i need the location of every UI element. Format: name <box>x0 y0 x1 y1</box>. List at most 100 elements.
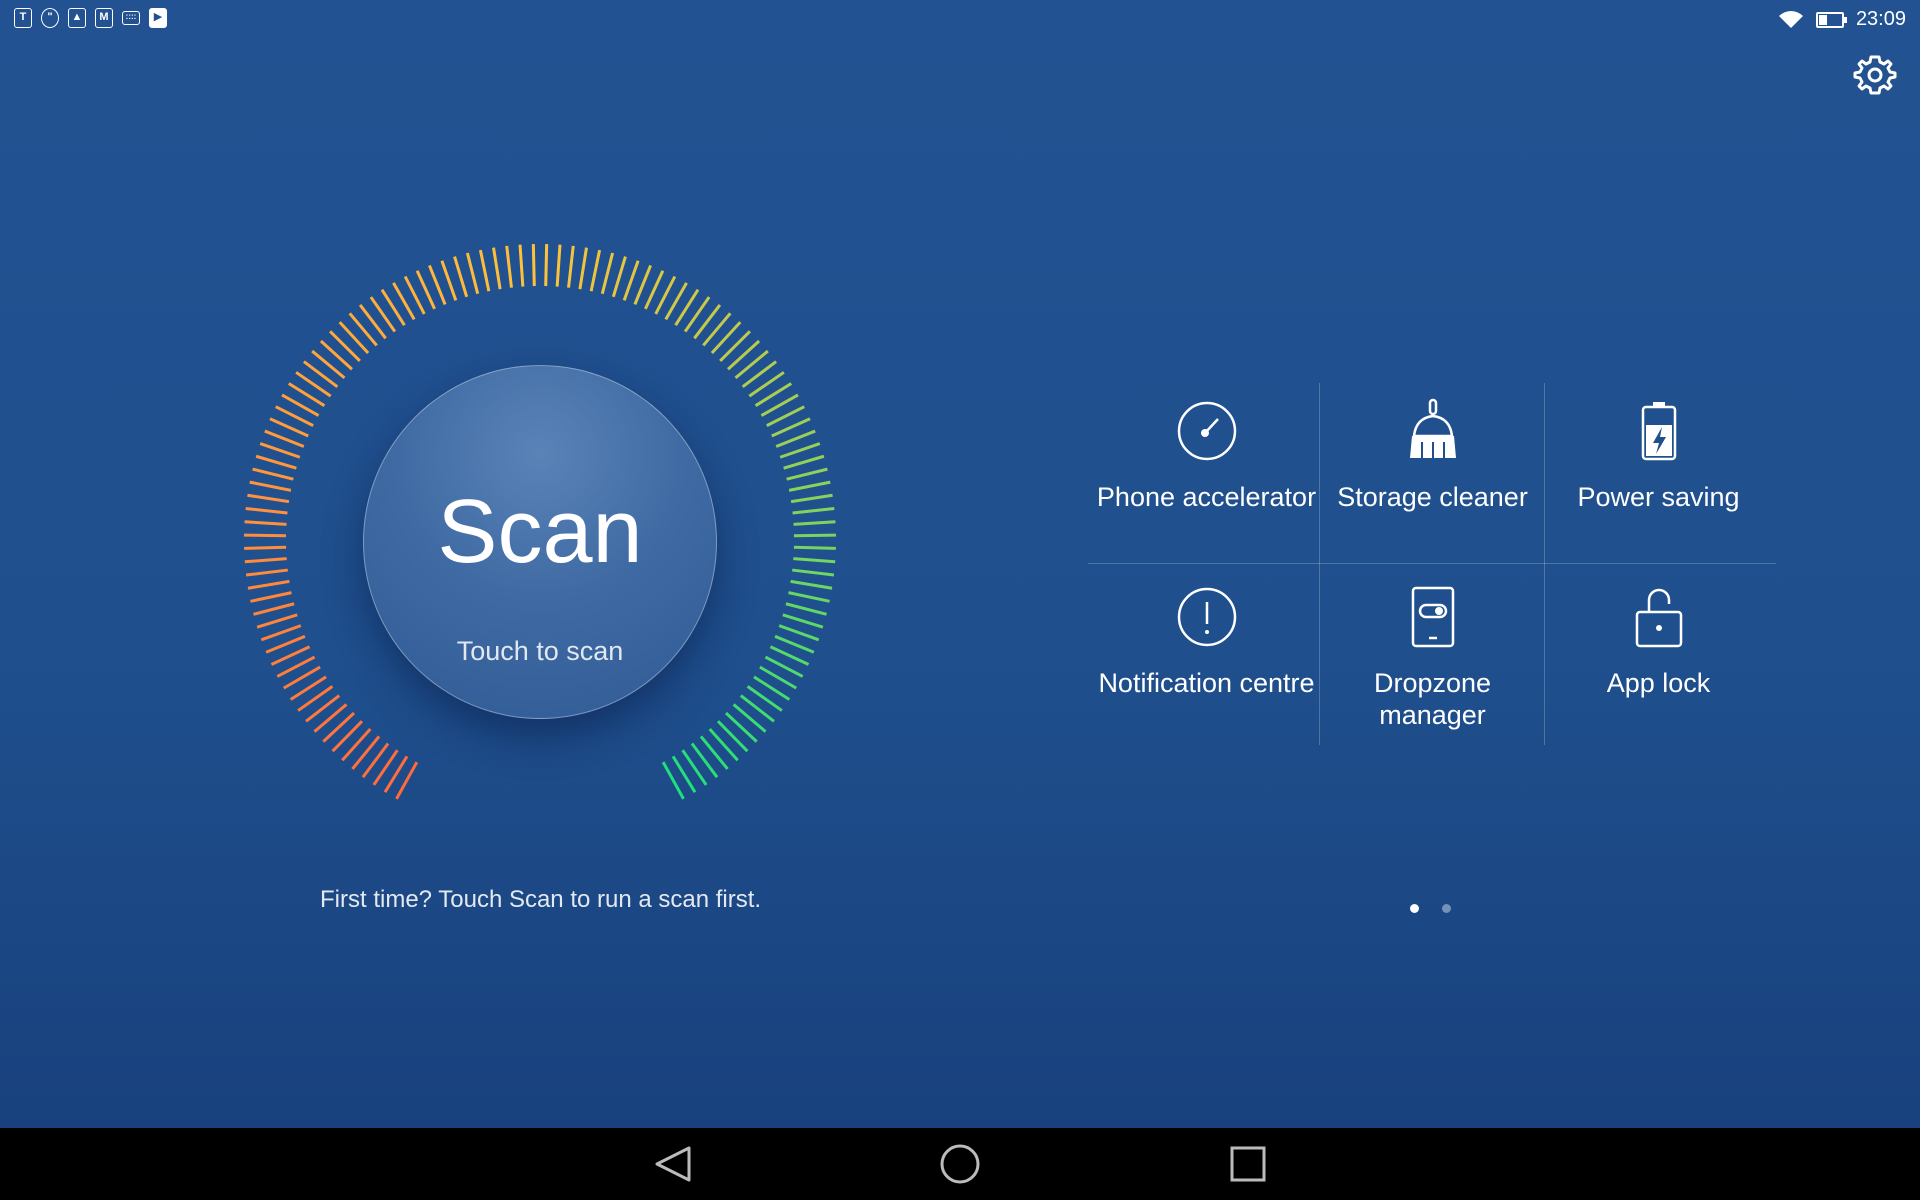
store-icon: ▶ <box>149 8 167 28</box>
gauge-tick <box>252 467 294 481</box>
grid-divider <box>1088 563 1776 564</box>
gauge-tick <box>783 454 825 470</box>
gauge-tick <box>311 349 346 380</box>
gauge-tick <box>256 613 298 629</box>
gauge-tick <box>699 735 729 770</box>
gauge-tick <box>492 247 502 290</box>
gauge-tick <box>719 330 751 362</box>
gauge-tick <box>244 557 287 564</box>
gauge-tick <box>779 442 821 459</box>
gauge-tick <box>322 711 356 743</box>
feature-label: Power saving <box>1577 482 1740 512</box>
status-bar: T " ▲ M :::: ▶ 23:09 <box>0 0 1920 40</box>
gauge-tick <box>305 694 341 723</box>
gauge-tick <box>329 330 361 362</box>
recents-icon[interactable] <box>1218 1136 1278 1192</box>
gauge-tick <box>741 360 778 389</box>
feature-grid: Phone accelerator Storage cleaner Power … <box>1088 383 1776 745</box>
gauge-tick <box>428 264 447 305</box>
gauge-tick <box>578 247 588 290</box>
gallery-icon: ▲ <box>68 8 86 28</box>
gauge-tick <box>790 493 833 504</box>
feature-app-lock[interactable]: App lock <box>1546 569 1771 749</box>
gauge-tick <box>465 252 480 295</box>
gauge-tick <box>782 613 824 629</box>
feature-label: Storage cleaner <box>1337 482 1528 512</box>
feature-storage-cleaner[interactable]: Storage cleaner <box>1320 383 1545 563</box>
gauge-tick <box>341 728 372 762</box>
gauge-tick <box>716 720 749 753</box>
gauge-tick <box>250 591 292 603</box>
gauge-tick <box>319 339 353 371</box>
gauge-tick <box>708 728 739 762</box>
gauge-tick <box>788 591 830 603</box>
gauge-tick <box>611 256 627 298</box>
gauge-tick <box>567 245 575 288</box>
gauge-tick <box>531 244 536 287</box>
gauge-tick <box>453 256 469 298</box>
gauge-tick <box>693 304 722 340</box>
gauge-tick <box>788 480 831 492</box>
lock-icon <box>1635 588 1682 648</box>
gauge-tick <box>785 602 827 616</box>
gauge-tick <box>244 545 287 550</box>
gauge-tick <box>739 694 775 723</box>
gauge-tick <box>793 520 836 526</box>
gauge-tick <box>361 742 390 779</box>
gauge-tick <box>505 245 513 288</box>
wifi-icon <box>1778 10 1803 28</box>
hangouts-icon: " <box>41 8 59 28</box>
page-indicator <box>1410 904 1451 913</box>
gauge-tick <box>247 579 290 590</box>
feature-label: Dropzone manager <box>1373 668 1492 730</box>
gauge-tick <box>786 467 828 481</box>
gauge-tick <box>727 339 761 371</box>
navigation-bar <box>0 1128 1920 1200</box>
gauge-tick <box>778 624 820 642</box>
gauge-tick <box>710 321 742 355</box>
battery-icon <box>1815 11 1847 28</box>
status-time: 23:09 <box>1855 8 1906 30</box>
feature-notification-centre[interactable]: Notification centre <box>1094 569 1319 749</box>
gauge-tick <box>244 533 287 538</box>
feature-phone-accelerator[interactable]: Phone accelerator <box>1094 383 1319 563</box>
gauge-tick <box>247 493 290 504</box>
page-dot-active[interactable] <box>1410 904 1419 913</box>
gauge-tick <box>793 545 836 550</box>
gauge-tick <box>518 244 525 287</box>
scan-button[interactable]: Scan Touch to scan <box>363 365 717 719</box>
scan-title: Scan <box>437 482 643 582</box>
page-dot[interactable] <box>1442 904 1451 913</box>
feature-label: App lock <box>1606 668 1711 698</box>
gauge-tick <box>264 429 305 448</box>
gauge-tick <box>440 260 458 301</box>
gauge-tick <box>702 312 732 347</box>
scan-hint: First time? Touch Scan to run a scan fir… <box>320 886 762 913</box>
gauge-tick <box>351 735 381 770</box>
feature-power-saving[interactable]: Power saving <box>1546 383 1771 563</box>
gauge-tick <box>600 252 615 295</box>
feature-label: Notification centre <box>1098 668 1315 698</box>
gauge-tick <box>793 557 836 564</box>
gauge-tick <box>734 349 769 380</box>
gauge-tick <box>245 506 288 515</box>
gear-icon[interactable] <box>1852 52 1898 98</box>
gauge-tick <box>260 624 302 642</box>
gauge-tick <box>259 442 301 459</box>
back-icon[interactable] <box>643 1136 703 1192</box>
gauge-tick <box>544 244 549 287</box>
gauge-tick <box>792 568 835 577</box>
gauge-tick <box>633 264 652 305</box>
gauge-tick <box>555 244 562 287</box>
gauge-tick <box>331 720 364 753</box>
gauge-tick <box>775 429 816 448</box>
gauge-tick <box>253 602 295 616</box>
gauge-tick <box>793 533 836 538</box>
feature-dropzone-manager[interactable]: Dropzone manager <box>1320 569 1545 749</box>
notification-icons: T " ▲ M :::: ▶ <box>14 8 167 28</box>
gauge-tick <box>338 321 370 355</box>
home-icon[interactable] <box>930 1136 990 1192</box>
gauge-tick <box>313 703 348 733</box>
gauge-tick <box>774 634 815 654</box>
gauge-tick <box>589 249 602 292</box>
